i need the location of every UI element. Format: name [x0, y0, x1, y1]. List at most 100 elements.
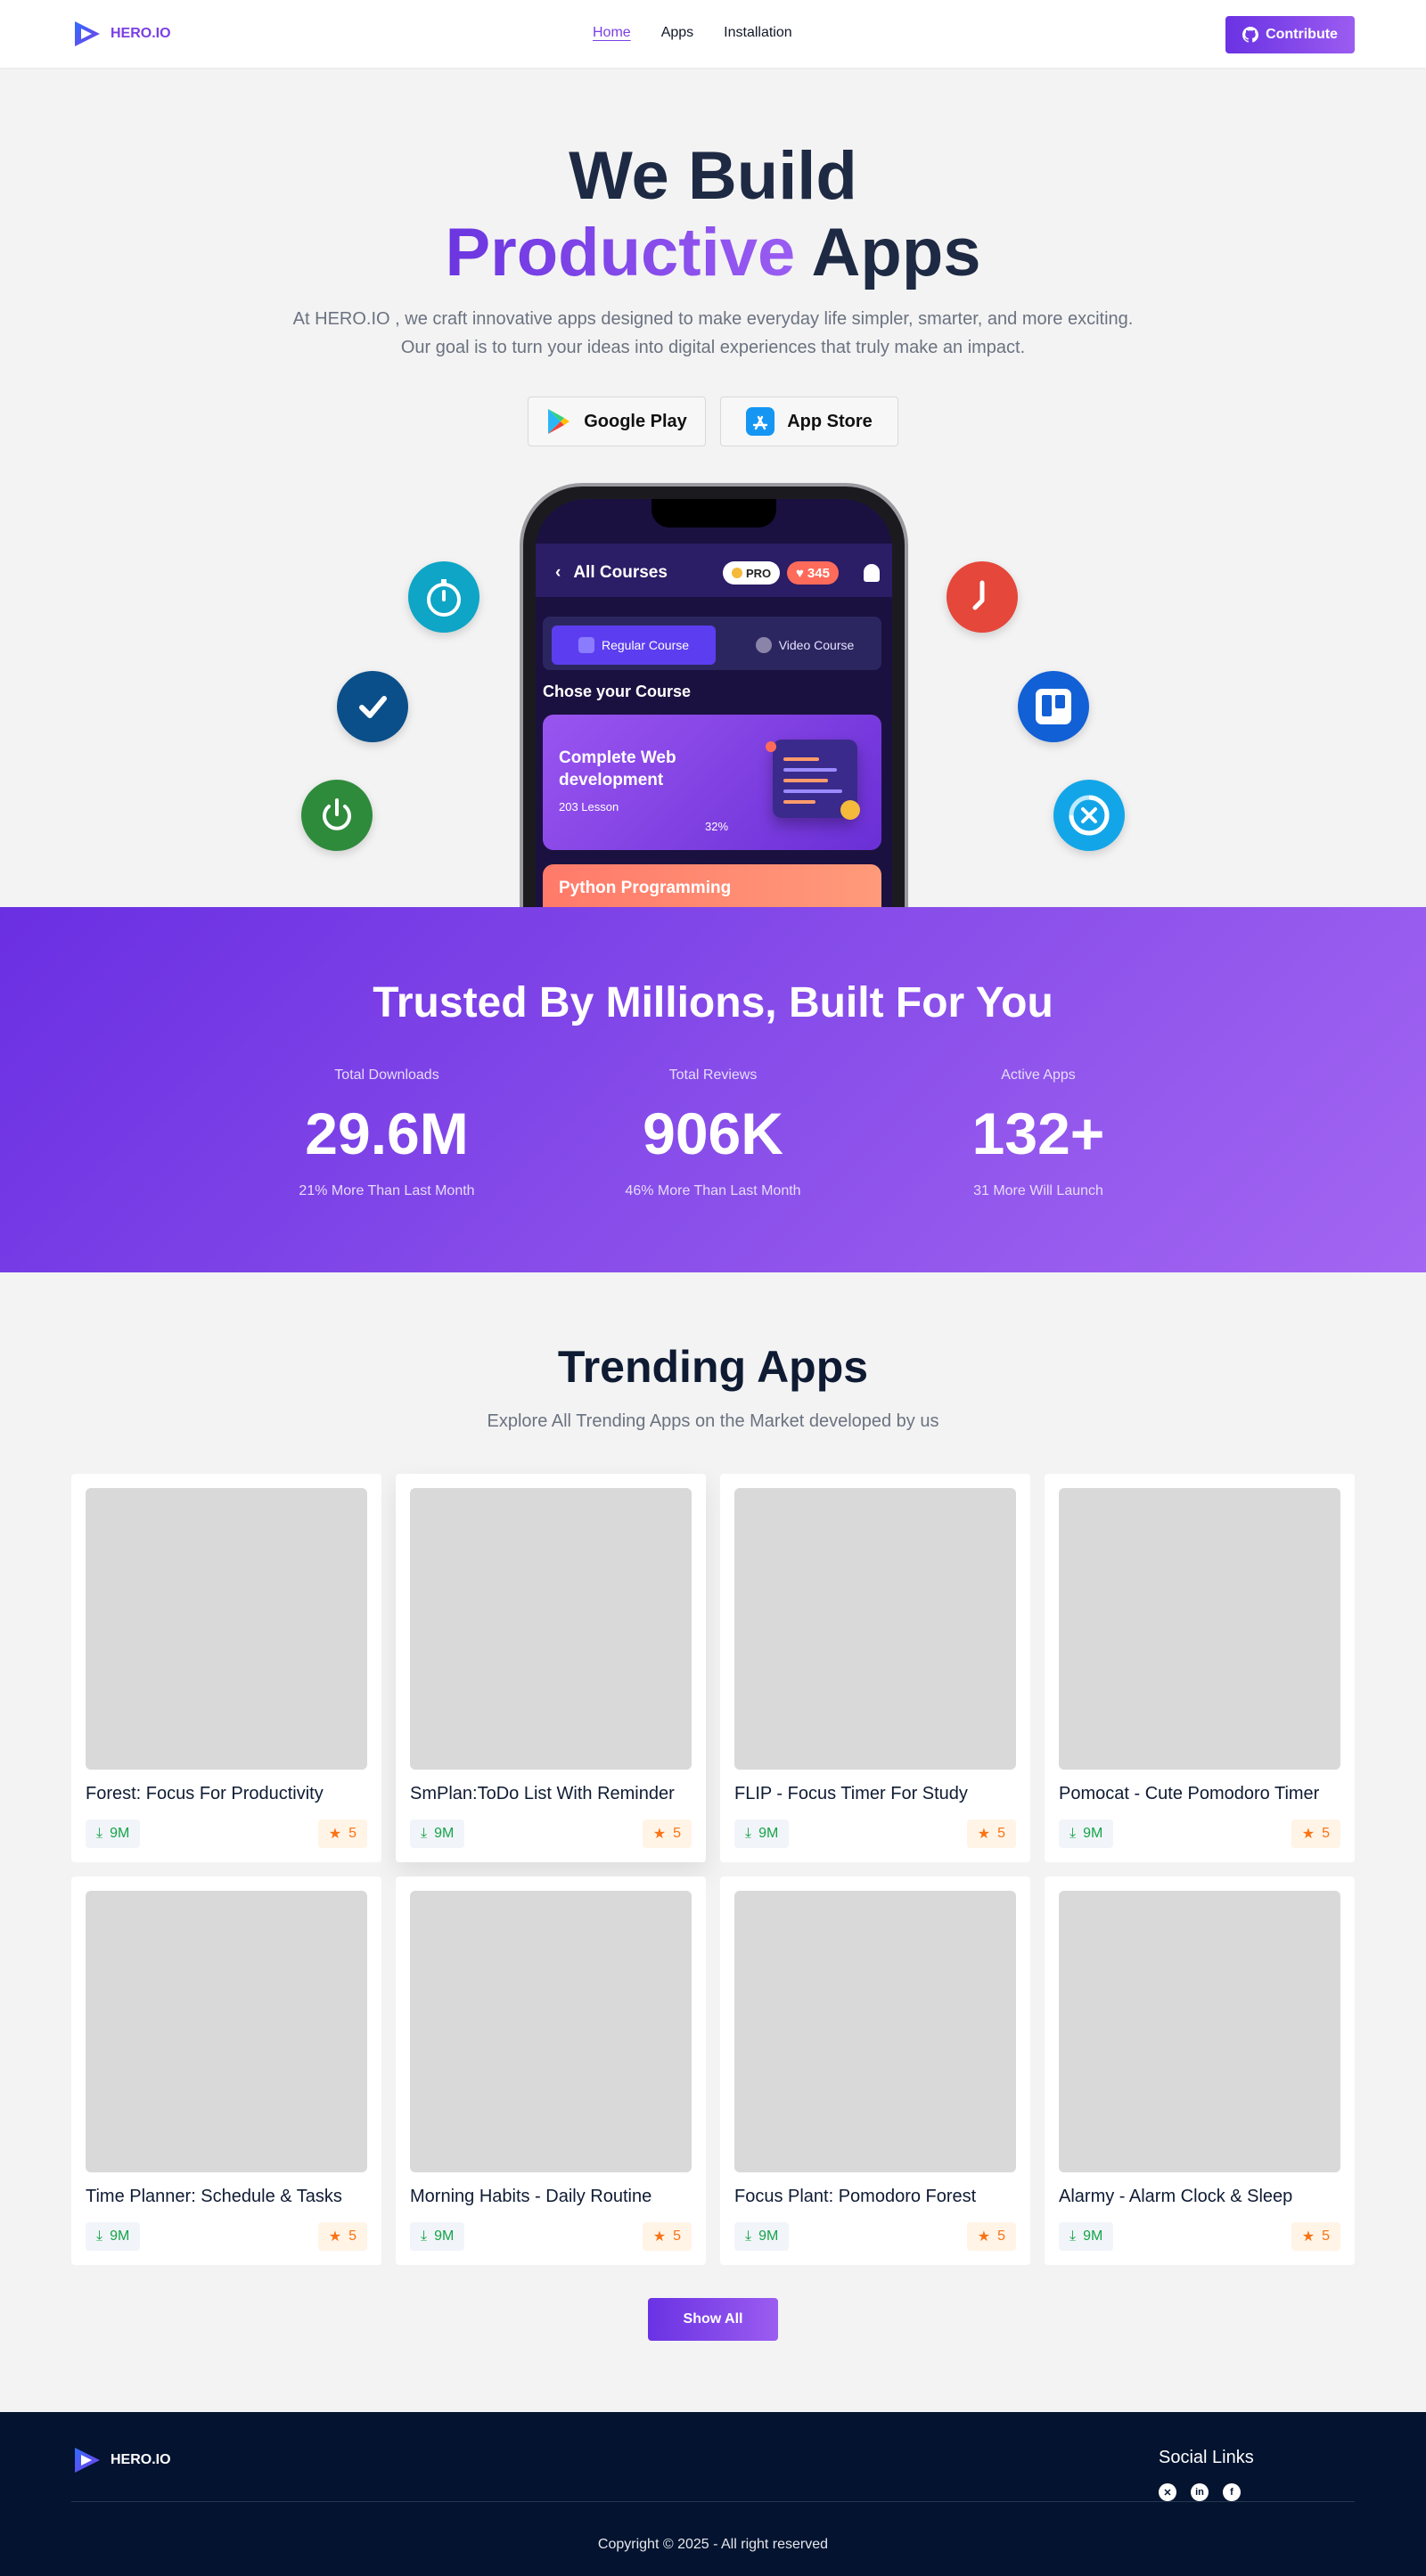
- star-icon: ★: [1301, 1827, 1315, 1842]
- stat-sub: 31 More Will Launch: [973, 1183, 1103, 1198]
- course1-lessons: 203 Lesson: [559, 800, 619, 814]
- hero-title-line1: We Build: [569, 138, 857, 214]
- rating-badge: ★ 5: [1291, 1820, 1340, 1848]
- nav-link-apps[interactable]: Apps: [661, 25, 693, 41]
- download-icon: ⤓: [745, 1826, 752, 1841]
- main-nav: Home Apps Installation: [593, 25, 792, 41]
- downloads-badge: ⤓ 9M: [410, 1820, 465, 1848]
- board-icon: [1036, 689, 1071, 724]
- rating-badge: ★ 5: [1291, 2222, 1340, 2251]
- stat-label: Active Apps: [1001, 1067, 1076, 1083]
- app-name: Focus Plant: Pomodoro Forest: [734, 2187, 977, 2206]
- heart-icon: ♥: [796, 565, 804, 581]
- download-icon: ⤓: [96, 2228, 103, 2244]
- logo-icon: [75, 2448, 100, 2473]
- app-card[interactable]: SmPlan:ToDo List With Reminder ⤓ 9M ★ 5: [396, 1474, 706, 1862]
- downloads-value: 9M: [434, 2228, 455, 2244]
- stat-sub: 21% More Than Last Month: [299, 1183, 475, 1198]
- downloads-badge: ⤓ 9M: [1059, 1820, 1114, 1848]
- trello-app-icon: [1018, 671, 1089, 742]
- nav-link-installation[interactable]: Installation: [724, 25, 792, 41]
- downloads-badge: ⤓ 9M: [734, 1820, 790, 1848]
- app-thumbnail: [86, 1488, 367, 1770]
- courses-title: All Courses: [573, 563, 668, 582]
- hero-subtitle-line2: Our goal is to turn your ideas into digi…: [400, 338, 1026, 357]
- clock-icon: [972, 580, 985, 610]
- app-card[interactable]: Forest: Focus For Productivity ⤓ 9M ★ 5: [71, 1474, 381, 1862]
- stat-label: Total Reviews: [668, 1067, 758, 1083]
- rating-value: 5: [348, 2228, 356, 2244]
- app-card[interactable]: Focus Plant: Pomodoro Forest ⤓ 9M ★ 5: [720, 1877, 1030, 2265]
- crown-icon: [732, 568, 742, 578]
- stopwatch-app-icon: [408, 561, 479, 633]
- rating-badge: ★ 5: [642, 1820, 692, 1848]
- phone-mockup: ‹ All Courses PRO ♥ 345 Regular Course V…: [520, 483, 908, 907]
- trending-subtitle: Explore All Trending Apps on the Market …: [487, 1411, 939, 1431]
- footer-logo[interactable]: HERO.IO: [71, 2444, 171, 2476]
- downloads-value: 9M: [1083, 1826, 1103, 1841]
- star-icon: ★: [1301, 2229, 1315, 2245]
- top-navbar: HERO.IO Home Apps Installation Contribut…: [0, 0, 1426, 68]
- downloads-badge: ⤓ 9M: [1059, 2222, 1114, 2251]
- star-icon: ★: [977, 1827, 991, 1842]
- rating-badge: ★ 5: [317, 1820, 367, 1848]
- app-badges: ⤓ 9M ★ 5: [86, 2222, 367, 2251]
- app-card[interactable]: Morning Habits - Daily Routine ⤓ 9M ★ 5: [396, 1877, 706, 2265]
- coin-decoration: [840, 800, 860, 820]
- app-thumbnail: [410, 1488, 692, 1770]
- tab-video-label: Video Course: [778, 638, 855, 652]
- stat-downloads: Total Downloads 29.6M 21% More Than Last…: [244, 1067, 529, 1199]
- stat-label: Total Downloads: [334, 1067, 439, 1083]
- star-icon: ★: [652, 1827, 667, 1842]
- linkedin-icon[interactable]: in: [1191, 2483, 1209, 2501]
- stat-sub: 46% More Than Last Month: [625, 1183, 801, 1198]
- choose-course-heading: Chose your Course: [543, 683, 692, 700]
- phone-notch: [652, 499, 776, 527]
- downloads-value: 9M: [1083, 2228, 1103, 2244]
- google-play-label: Google Play: [584, 411, 687, 431]
- stat-reviews: Total Reviews 906K 46% More Than Last Mo…: [570, 1067, 856, 1199]
- app-badges: ⤓ 9M ★ 5: [734, 1820, 1016, 1848]
- download-icon: ⤓: [96, 1826, 103, 1841]
- app-store-icon: [746, 407, 775, 436]
- facebook-icon[interactable]: f: [1223, 2483, 1241, 2501]
- downloads-value: 9M: [434, 1826, 455, 1841]
- app-thumbnail: [1059, 1488, 1340, 1770]
- star-icon: ★: [328, 2229, 342, 2245]
- app-card[interactable]: FLIP - Focus Timer For Study ⤓ 9M ★ 5: [720, 1474, 1030, 1862]
- contribute-button[interactable]: Contribute: [1225, 16, 1355, 53]
- downloads-badge: ⤓ 9M: [86, 2222, 141, 2251]
- stats-title: Trusted By Millions, Built For You: [373, 979, 1053, 1026]
- app-card[interactable]: Time Planner: Schedule & Tasks ⤓ 9M ★ 5: [71, 1877, 381, 2265]
- brand-logo[interactable]: HERO.IO: [71, 18, 171, 50]
- star-icon: ★: [328, 1827, 342, 1842]
- app-name: Morning Habits - Daily Routine: [410, 2187, 652, 2206]
- dot-decoration: [766, 741, 776, 752]
- downloads-badge: ⤓ 9M: [410, 2222, 465, 2251]
- tab-video-course: Video Course: [733, 626, 876, 665]
- app-badges: ⤓ 9M ★ 5: [410, 2222, 692, 2251]
- x-icon[interactable]: ✕: [1159, 2483, 1176, 2501]
- app-store-button[interactable]: App Store: [720, 397, 898, 446]
- course1-title: Complete Web development: [559, 748, 676, 789]
- downloads-value: 9M: [110, 1826, 130, 1841]
- app-card[interactable]: Pomocat - Cute Pomodoro Timer ⤓ 9M ★ 5: [1045, 1474, 1355, 1862]
- app-badges: ⤓ 9M ★ 5: [410, 1820, 692, 1848]
- rating-badge: ★ 5: [966, 1820, 1016, 1848]
- tab-regular-label: Regular Course: [601, 638, 690, 652]
- app-badges: ⤓ 9M ★ 5: [86, 1820, 367, 1848]
- show-all-button[interactable]: Show All: [648, 2298, 778, 2341]
- power-icon: [323, 798, 351, 830]
- footer: HERO.IO Social Links ✕ in f Copyright © …: [0, 2412, 1426, 2576]
- copyright-text: Copyright © 2025 - All right reserved: [597, 2537, 829, 2552]
- course2-title: Python Programming: [559, 879, 732, 897]
- google-play-button[interactable]: Google Play: [528, 397, 706, 446]
- app-thumbnail: [86, 1891, 367, 2172]
- app-card[interactable]: Alarmy - Alarm Clock & Sleep ⤓ 9M ★ 5: [1045, 1877, 1355, 2265]
- hero-title-highlight: Productive: [445, 215, 796, 290]
- rating-value: 5: [1322, 2228, 1330, 2244]
- pro-badge: PRO: [723, 561, 781, 585]
- play-icon: [755, 637, 772, 653]
- back-chevron-icon: ‹: [555, 563, 561, 582]
- nav-link-home[interactable]: Home: [593, 25, 631, 41]
